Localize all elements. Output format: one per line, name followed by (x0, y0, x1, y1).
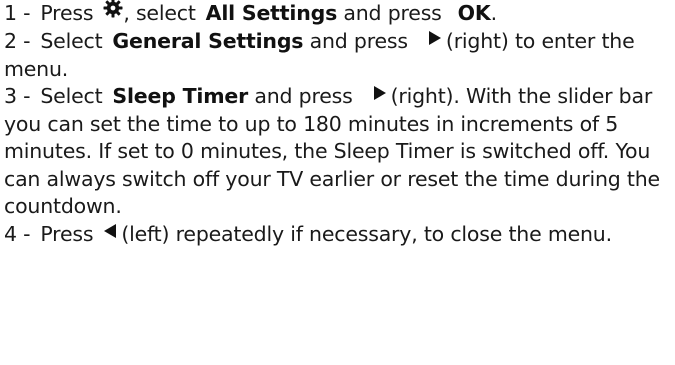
step-text: and press (309, 28, 408, 53)
step-number: 1 - (4, 1, 31, 25)
step-3: 3 - Select Sleep Timer and press (right). W… (4, 83, 672, 221)
gear-icon (103, 0, 123, 26)
left-arrow-icon (103, 219, 117, 247)
step-1: 1 - Press , select All Settings and press OK… (4, 0, 672, 28)
step-text: Select (40, 84, 103, 108)
step-text: (left) repeatedly if necessary, to close… (121, 221, 612, 246)
step-number: 4 - (4, 221, 31, 246)
step-text: . (490, 1, 498, 25)
step-text: Press (40, 1, 94, 25)
step-text: and press (254, 84, 353, 108)
instructions: 1 - Press , select All Settings and press OK… (4, 0, 672, 249)
step-text: Select (40, 28, 103, 53)
step-text: and press (343, 1, 442, 25)
right-arrow-icon (373, 81, 387, 109)
menu-item-name: General Settings (112, 28, 304, 53)
step-text: Press (40, 221, 94, 246)
right-arrow-icon (428, 26, 442, 54)
step-number: 3 - (4, 84, 31, 108)
menu-item-name: All Settings (205, 1, 338, 25)
menu-item-name: Sleep Timer (112, 84, 249, 108)
key-name: OK (457, 1, 491, 25)
step-2: 2 - Select General Settings and press (righ… (4, 28, 672, 83)
step-text: , select (123, 1, 196, 25)
step-number: 2 - (4, 28, 31, 53)
step-4: 4 - Press (left) repeatedly if necessary, … (4, 221, 672, 249)
